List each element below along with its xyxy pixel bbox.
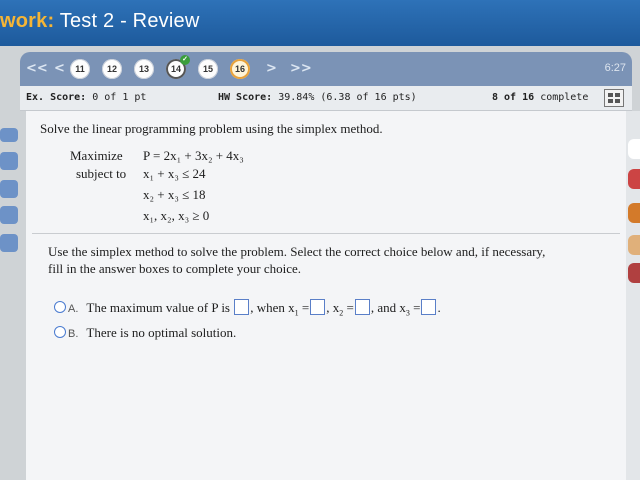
question-14-button[interactable]: 14 ✓	[166, 55, 190, 79]
side-tool-icon[interactable]	[628, 169, 640, 189]
side-tool-icon[interactable]	[628, 235, 640, 255]
question-14-label: 14	[170, 64, 181, 74]
side-tab-icon[interactable]	[0, 180, 18, 198]
question-panel: Solve the linear programming problem usi…	[26, 111, 626, 480]
ex-score-label: Ex. Score:	[26, 92, 87, 103]
option-b[interactable]: B. There is no optimal solution.	[54, 325, 236, 341]
option-a-letter: A.	[68, 303, 79, 315]
option-a-text-x3: , and x	[370, 300, 406, 315]
instructions-line-2: fill in the answer boxes to complete you…	[48, 261, 302, 276]
side-tab-icon[interactable]	[0, 152, 18, 170]
side-tool-icon[interactable]	[628, 139, 640, 159]
prev-question-icon[interactable]: <	[54, 61, 65, 76]
hw-score-label: HW Score:	[218, 92, 273, 103]
progress-count: 8 of 16	[492, 92, 535, 103]
option-a-text-x2: , x	[326, 300, 340, 315]
x3-input[interactable]	[421, 299, 437, 315]
objective-function: P = 2x₁ + 3x₂ + 4x₃	[143, 148, 244, 163]
ex-score: Ex. Score: 0 of 1 pt	[26, 92, 146, 103]
grid-icon[interactable]	[604, 89, 624, 107]
question-12-button[interactable]: 12	[102, 59, 122, 79]
constraint-1: x₁ + x₃ ≤ 24	[143, 166, 206, 181]
x1-input[interactable]	[310, 299, 326, 315]
option-a-text-when: , when x	[250, 300, 295, 315]
hw-score: HW Score: 39.84% (6.38 of 16 pts)	[218, 92, 417, 103]
option-a-text: The maximum value of P is	[86, 300, 230, 315]
window-title: work: Test 2 - Review	[0, 10, 199, 33]
side-tool-icon[interactable]	[628, 203, 640, 223]
side-tool-icon[interactable]	[628, 263, 640, 283]
side-tab-icon[interactable]	[0, 206, 18, 224]
title-prefix: work:	[0, 10, 55, 32]
last-question-icon[interactable]: >>	[290, 61, 312, 76]
hw-score-value: 39.84% (6.38 of 16 pts)	[278, 92, 417, 103]
check-icon: ✓	[180, 55, 190, 65]
question-13-button[interactable]: 13	[134, 59, 154, 79]
progress-status: 8 of 16 complete	[492, 92, 588, 103]
question-16-button[interactable]: 16	[230, 59, 250, 79]
option-b-letter: B.	[68, 328, 79, 340]
instructions-line-1: Use the simplex method to solve the prob…	[48, 244, 546, 259]
timer: 6:27	[604, 62, 626, 74]
score-status-bar: Ex. Score: 0 of 1 pt HW Score: 39.84% (6…	[20, 86, 632, 111]
right-side-toolbar	[626, 111, 640, 480]
next-question-icon[interactable]: >	[266, 61, 277, 76]
ex-score-value: 0 of 1 pt	[92, 92, 147, 103]
question-15-button[interactable]: 15	[198, 59, 218, 79]
constraint-2: x₂ + x₃ ≤ 18	[143, 187, 206, 202]
option-a[interactable]: A. The maximum value of P is , when x1 =,…	[54, 299, 441, 318]
title-text: Test 2 - Review	[59, 10, 200, 32]
title-bar: work: Test 2 - Review	[0, 0, 640, 46]
maximize-label: Maximize	[70, 148, 123, 163]
question-11-button[interactable]: 11	[70, 59, 90, 79]
first-question-icon[interactable]: <<	[26, 61, 48, 76]
constraint-3: x₁, x₂, x₃ ≥ 0	[143, 208, 210, 223]
side-tab-icon[interactable]	[0, 234, 18, 252]
option-b-text: There is no optimal solution.	[86, 325, 237, 340]
question-prompt: Solve the linear programming problem usi…	[40, 121, 383, 136]
question-nav-bar: << < 11 12 13 14 ✓ 15 16 > >> 6:27	[20, 52, 632, 86]
x2-input[interactable]	[354, 299, 370, 315]
progress-suffix: complete	[540, 92, 589, 103]
subject-to-label: subject to	[76, 166, 127, 181]
max-p-input[interactable]	[234, 299, 250, 315]
side-tab-icon[interactable]	[0, 128, 18, 142]
option-b-radio[interactable]	[54, 326, 66, 338]
divider	[32, 233, 620, 234]
option-a-radio[interactable]	[54, 301, 66, 313]
